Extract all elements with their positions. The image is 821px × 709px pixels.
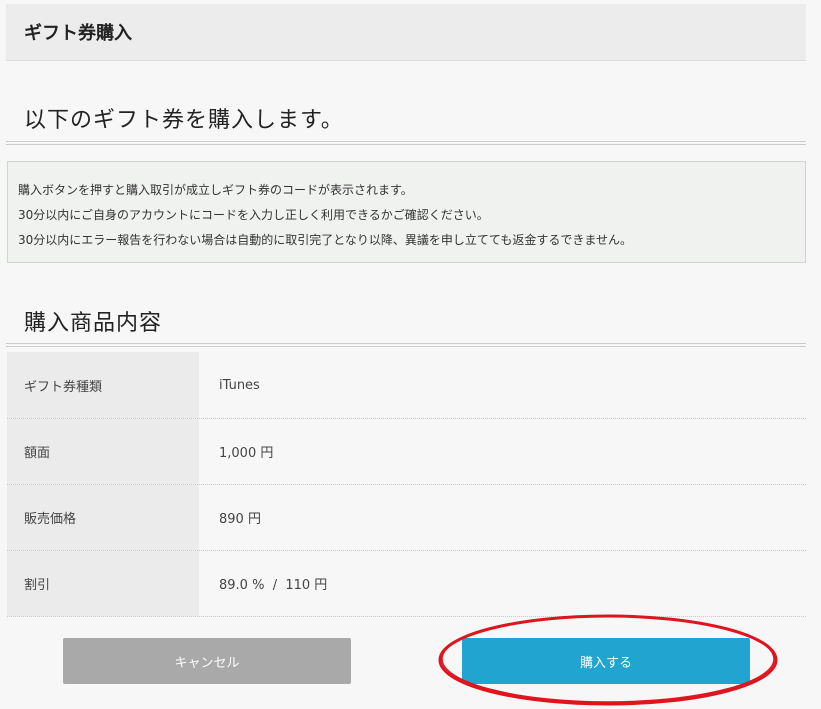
details-heading-divider [6, 343, 806, 347]
gift-purchase-page: ギフト券購入 以下のギフト券を購入します。 購入ボタンを押すと購入取引が成立しギ… [0, 0, 821, 709]
confirm-heading-divider [6, 141, 806, 145]
detail-label: 額面 [7, 419, 199, 484]
detail-row-discount: 割引 89.0 % / 110 円 [7, 551, 806, 617]
detail-value: 890 円 [199, 485, 806, 550]
cancel-button[interactable]: キャンセル [63, 638, 351, 684]
notice-line: 購入ボタンを押すと購入取引が成立しギフト券のコードが表示されます。 [18, 183, 413, 197]
confirm-heading: 以下のギフト券を購入します。 [24, 108, 344, 133]
detail-label: 割引 [7, 551, 199, 616]
product-details-table: ギフト券種類 iTunes 額面 1,000 円 販売価格 890 円 割引 8… [7, 352, 806, 617]
detail-row-face-value: 額面 1,000 円 [7, 419, 806, 485]
detail-value: 1,000 円 [199, 419, 806, 484]
detail-label: 販売価格 [7, 485, 199, 550]
purchase-button[interactable]: 購入する [462, 638, 750, 684]
detail-value: iTunes [199, 352, 806, 418]
notice-line: 30分以内にご自身のアカウントにコードを入力し正しく利用できるかご確認ください。 [18, 208, 489, 222]
detail-label: ギフト券種類 [7, 352, 199, 418]
notice-box: 購入ボタンを押すと購入取引が成立しギフト券のコードが表示されます。 30分以内に… [7, 161, 806, 263]
detail-value: 89.0 % / 110 円 [199, 551, 806, 616]
detail-row-sale-price: 販売価格 890 円 [7, 485, 806, 551]
detail-row-gift-type: ギフト券種類 iTunes [7, 352, 806, 419]
page-title: ギフト券購入 [24, 23, 132, 44]
page-header: ギフト券購入 [6, 4, 806, 61]
details-heading: 購入商品内容 [24, 311, 163, 336]
notice-line: 30分以内にエラー報告を行わない場合は自動的に取引完了となり以降、異議を申し立て… [18, 233, 632, 247]
